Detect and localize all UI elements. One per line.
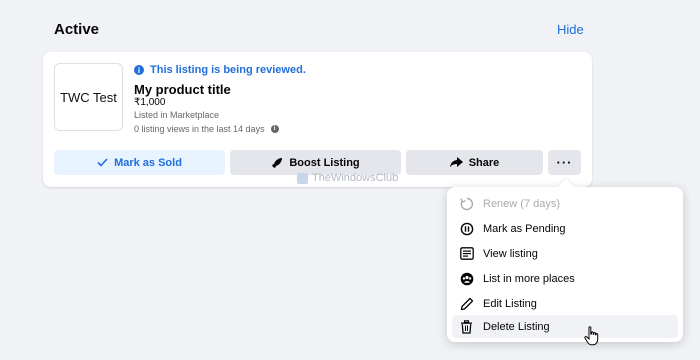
more-dots-icon: ··· <box>556 155 573 170</box>
groups-icon <box>459 271 474 286</box>
pencil-icon <box>459 296 474 311</box>
renew-icon <box>459 196 474 211</box>
hide-link[interactable]: Hide <box>557 22 584 37</box>
mark-as-sold-label: Mark as Sold <box>114 156 182 169</box>
watermark-text: TheWindowsClub <box>312 172 399 184</box>
menu-item-view-listing[interactable]: View listing <box>452 242 678 265</box>
watermark: TheWindowsClub <box>297 172 398 184</box>
listing-location: Listed in Marketplace <box>134 110 220 120</box>
boost-listing-label: Boost Listing <box>289 156 360 169</box>
listing-views: 0 listing views in the last 14 days i <box>134 124 279 134</box>
listing-card: TWC Test i This listing is being reviewe… <box>43 52 592 187</box>
share-button[interactable]: Share <box>406 150 543 175</box>
section-title: Active <box>54 21 100 38</box>
more-options-button[interactable]: ··· <box>548 150 581 175</box>
menu-item-label: List in more places <box>483 272 575 285</box>
review-status-text: This listing is being reviewed. <box>150 64 306 76</box>
menu-item-delete-listing[interactable]: Delete Listing <box>452 315 678 338</box>
trash-icon <box>459 319 474 334</box>
document-icon <box>459 246 474 261</box>
options-menu: Renew (7 days) Mark as Pending View list… <box>447 178 683 342</box>
review-status: i This listing is being reviewed. <box>134 64 306 76</box>
menu-item-edit-listing[interactable]: Edit Listing <box>452 292 678 315</box>
menu-item-label: Edit Listing <box>483 297 537 310</box>
listing-price: ₹1,000 <box>134 97 166 108</box>
menu-item-renew[interactable]: Renew (7 days) <box>452 192 678 215</box>
menu-item-list-more-places[interactable]: List in more places <box>452 267 678 290</box>
listing-title[interactable]: My product title <box>134 82 231 97</box>
check-icon <box>97 158 108 167</box>
watermark-logo-icon <box>297 172 308 184</box>
thumbnail-text: TWC Test <box>60 89 117 105</box>
listing-thumbnail[interactable]: TWC Test <box>54 63 123 131</box>
rocket-icon <box>271 157 283 169</box>
menu-item-label: Renew (7 days) <box>483 197 561 210</box>
share-arrow-icon <box>449 157 463 168</box>
pause-icon <box>459 221 474 236</box>
info-icon: i <box>134 65 144 75</box>
menu-item-label: Mark as Pending <box>483 222 566 235</box>
mark-as-sold-button[interactable]: Mark as Sold <box>54 150 225 175</box>
menu-item-label: Delete Listing <box>483 320 550 333</box>
share-label: Share <box>468 156 500 169</box>
listing-views-text: 0 listing views in the last 14 days <box>134 124 265 134</box>
menu-item-label: View listing <box>483 247 538 260</box>
hand-cursor-icon <box>584 326 600 346</box>
views-info-icon[interactable]: i <box>270 125 279 133</box>
menu-item-mark-pending[interactable]: Mark as Pending <box>452 217 678 240</box>
